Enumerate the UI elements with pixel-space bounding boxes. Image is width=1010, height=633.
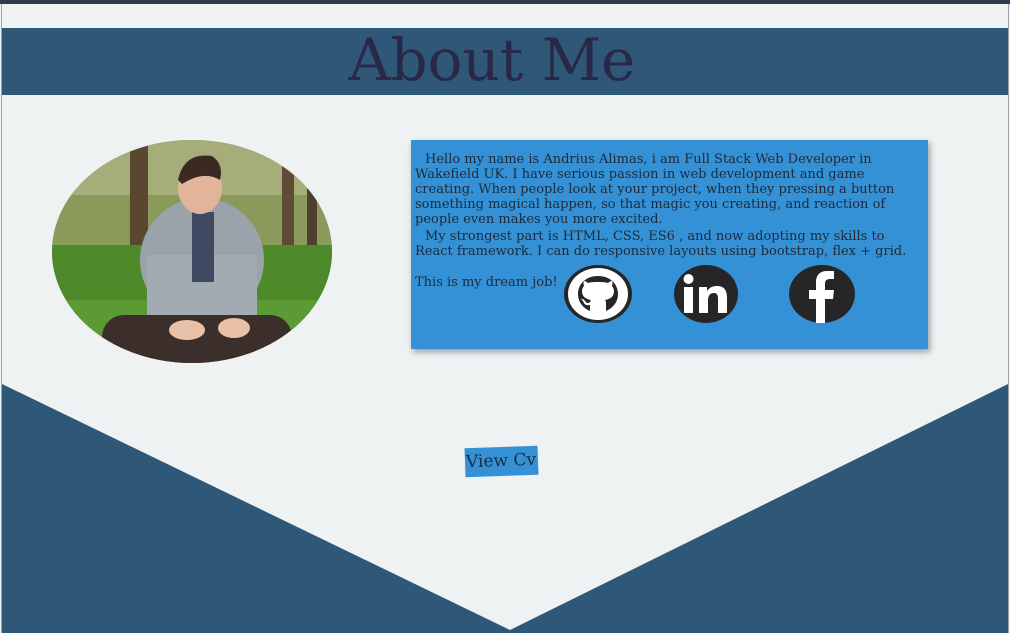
facebook-icon — [809, 271, 834, 323]
github-link[interactable] — [564, 265, 632, 323]
view-cv-button[interactable]: View Cv — [464, 445, 539, 478]
profile-photo-illustration — [52, 140, 332, 363]
bio-dream-text: This is my dream job! — [415, 275, 558, 290]
facebook-link[interactable] — [789, 265, 855, 323]
about-header: About Me — [2, 26, 1008, 95]
top-bar — [0, 0, 1010, 4]
bio-panel: Hello my name is Andrius Alimas, i am Fu… — [411, 140, 928, 349]
linkedin-link[interactable] — [674, 265, 738, 323]
page-title: About Me — [348, 26, 636, 94]
bottom-v-background — [2, 384, 1008, 633]
profile-photo — [52, 140, 332, 363]
bio-paragraph-1: Hello my name is Andrius Alimas, i am Fu… — [415, 152, 895, 227]
github-icon — [568, 268, 628, 320]
bio-paragraph-2: My strongest part is HTML, CSS, ES6 , an… — [415, 229, 907, 259]
linkedin-icon — [683, 274, 727, 313]
